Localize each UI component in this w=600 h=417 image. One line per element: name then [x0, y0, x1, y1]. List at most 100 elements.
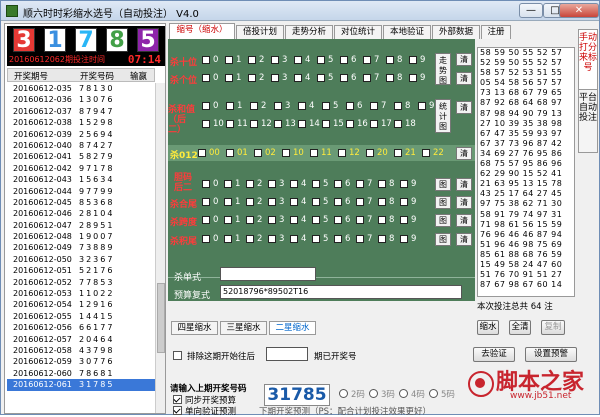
dm-checkbox-9[interactable]	[400, 180, 408, 188]
settings-button[interactable]: 设置预警	[525, 347, 577, 362]
subtab-three[interactable]: 三星缩水	[220, 321, 267, 335]
history-row[interactable]: 20160612-054 12916	[7, 299, 155, 310]
exclude-period-input[interactable]	[266, 347, 308, 361]
exclude-checkbox[interactable]	[173, 351, 182, 360]
dm-clear-button[interactable]: 清	[456, 178, 472, 191]
kd-clear-button[interactable]: 清	[456, 214, 472, 227]
history-row[interactable]: 20160612-056 66177	[7, 322, 155, 333]
jw-clear-button[interactable]: 清	[456, 233, 472, 246]
kd-chart-button[interactable]: 图	[435, 214, 451, 227]
hezhi-checkbox-9[interactable]	[418, 102, 426, 110]
kd-checkbox-4[interactable]	[290, 216, 298, 224]
s012-checkbox-22[interactable]	[422, 149, 430, 157]
history-row[interactable]: 20160612-040 87427	[7, 140, 155, 151]
wm-checkbox-3[interactable]	[268, 198, 276, 206]
history-row[interactable]: 20160612-039 25694	[7, 129, 155, 140]
shi-checkbox-4[interactable]	[294, 56, 302, 64]
history-row[interactable]: 20160612-052 77853	[7, 277, 155, 288]
ge-checkbox-6[interactable]	[340, 74, 348, 82]
shi-checkbox-2[interactable]	[248, 56, 256, 64]
jw-chart-button[interactable]: 图	[435, 233, 451, 246]
shi-checkbox-8[interactable]	[386, 56, 394, 64]
history-row[interactable]: 20160612-038 15298	[7, 117, 155, 128]
dm-checkbox-2[interactable]	[246, 180, 254, 188]
verify-button[interactable]: 去验证	[473, 347, 515, 362]
jw-checkbox-7[interactable]	[356, 235, 364, 243]
history-row[interactable]: 20160612-057 20464	[7, 334, 155, 345]
hezhi-checkbox-14[interactable]	[298, 120, 306, 128]
dm-checkbox-1[interactable]	[224, 180, 232, 188]
copy-button[interactable]: 复制	[541, 320, 565, 335]
kd-checkbox-0[interactable]	[202, 216, 210, 224]
shi-checkbox-6[interactable]	[340, 56, 348, 64]
history-row[interactable]: 20160612-042 97178	[7, 163, 155, 174]
dm-checkbox-8[interactable]	[378, 180, 386, 188]
jw-checkbox-5[interactable]	[312, 235, 320, 243]
s012-checkbox-20[interactable]	[366, 149, 374, 157]
ge-checkbox-1[interactable]	[225, 74, 233, 82]
dm-checkbox-5[interactable]	[312, 180, 320, 188]
jw-checkbox-0[interactable]	[202, 235, 210, 243]
jw-checkbox-3[interactable]	[268, 235, 276, 243]
radio-2[interactable]	[339, 389, 348, 398]
kd-checkbox-9[interactable]	[400, 216, 408, 224]
clear-012-button[interactable]: 清	[456, 147, 472, 160]
subtab-four[interactable]: 四星缩水	[171, 321, 218, 335]
subtab-two[interactable]: 二星缩水	[269, 321, 316, 335]
jw-checkbox-6[interactable]	[334, 235, 342, 243]
trend-chart-button[interactable]: 走势图	[435, 53, 451, 85]
sync-checkbox[interactable]	[173, 395, 182, 404]
clear-hezhi-button[interactable]: 清	[456, 101, 472, 114]
shi-checkbox-9[interactable]	[409, 56, 417, 64]
hezhi-checkbox-3[interactable]	[274, 102, 282, 110]
wm-checkbox-2[interactable]	[246, 198, 254, 206]
shi-checkbox-0[interactable]	[202, 56, 210, 64]
tab-register[interactable]: 注册	[481, 25, 511, 39]
auto-checkbox[interactable]	[173, 406, 182, 415]
s012-checkbox-21[interactable]	[394, 149, 402, 157]
history-row[interactable]: 20160612-035 78130	[7, 83, 155, 94]
wm-checkbox-1[interactable]	[224, 198, 232, 206]
kd-checkbox-5[interactable]	[312, 216, 320, 224]
wm-checkbox-7[interactable]	[356, 198, 364, 206]
jw-checkbox-9[interactable]	[400, 235, 408, 243]
hezhi-checkbox-5[interactable]	[322, 102, 330, 110]
hezhi-checkbox-1[interactable]	[226, 102, 234, 110]
stat-chart-button[interactable]: 统计图	[435, 99, 451, 133]
hezhi-checkbox-13[interactable]	[274, 120, 282, 128]
history-list[interactable]: 20160612-035 78130 20160612-036 13076 201606…	[7, 83, 155, 413]
ge-checkbox-9[interactable]	[409, 74, 417, 82]
ge-checkbox-8[interactable]	[386, 74, 394, 82]
tab-trend[interactable]: 走势分析	[285, 25, 333, 39]
wm-checkbox-6[interactable]	[334, 198, 342, 206]
wm-checkbox-9[interactable]	[400, 198, 408, 206]
clear-all-button[interactable]: 全清	[509, 320, 531, 335]
hezhi-checkbox-6[interactable]	[346, 102, 354, 110]
ge-checkbox-2[interactable]	[248, 74, 256, 82]
history-row[interactable]: 20160612-049 73889	[7, 242, 155, 253]
shi-checkbox-7[interactable]	[363, 56, 371, 64]
hezhi-checkbox-4[interactable]	[298, 102, 306, 110]
tab-external[interactable]: 外部数据	[432, 25, 480, 39]
wm-checkbox-8[interactable]	[378, 198, 386, 206]
s012-checkbox-11[interactable]	[310, 149, 318, 157]
shrink-button[interactable]: 缩水	[477, 320, 499, 335]
history-row[interactable]: 20160612-059 30776	[7, 356, 155, 367]
hezhi-checkbox-10[interactable]	[202, 120, 210, 128]
kd-checkbox-6[interactable]	[334, 216, 342, 224]
dm-chart-button[interactable]: 图	[435, 178, 451, 191]
shi-checkbox-1[interactable]	[225, 56, 233, 64]
hezhi-checkbox-17[interactable]	[370, 120, 378, 128]
wm-checkbox-5[interactable]	[312, 198, 320, 206]
tab-verify[interactable]: 本地验证	[383, 25, 431, 39]
fushi-input[interactable]: 52018796*89502T16	[220, 285, 462, 299]
history-row[interactable]: 20160612-047 28951	[7, 220, 155, 231]
history-row[interactable]: 20160612-060 78681	[7, 368, 155, 379]
jw-checkbox-2[interactable]	[246, 235, 254, 243]
jw-checkbox-8[interactable]	[378, 235, 386, 243]
s012-checkbox-00[interactable]	[198, 149, 206, 157]
wm-chart-button[interactable]: 图	[435, 196, 451, 209]
jw-checkbox-1[interactable]	[224, 235, 232, 243]
kd-checkbox-8[interactable]	[378, 216, 386, 224]
ge-checkbox-0[interactable]	[202, 74, 210, 82]
